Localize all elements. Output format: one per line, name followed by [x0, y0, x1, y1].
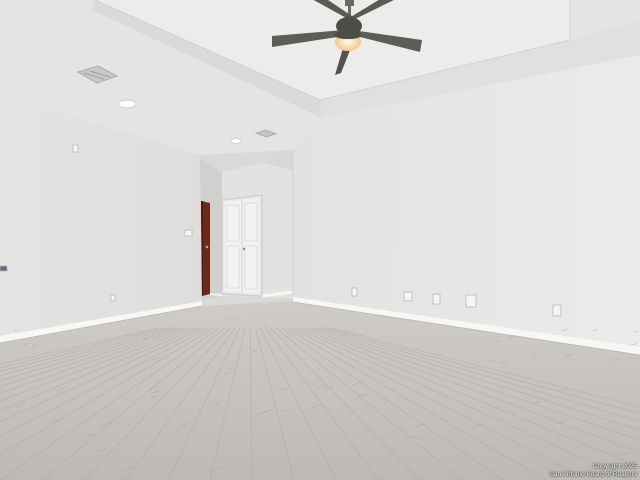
- room-photo: [0, 0, 640, 480]
- watermark-line-1: Copyright 2025: [592, 463, 637, 470]
- light-switch-icon: [184, 229, 193, 237]
- white-interior-door: [221, 194, 263, 297]
- copyright-watermark: Copyright 2025 San Antonio Board of Real…: [550, 463, 637, 478]
- dark-wood-door: [201, 201, 210, 296]
- recessed-light-icon: [230, 138, 242, 144]
- back-hallway: [200, 150, 294, 306]
- recessed-light-icon: [117, 99, 137, 109]
- watermark-line-2: San Antonio Board of Realtors: [549, 470, 637, 478]
